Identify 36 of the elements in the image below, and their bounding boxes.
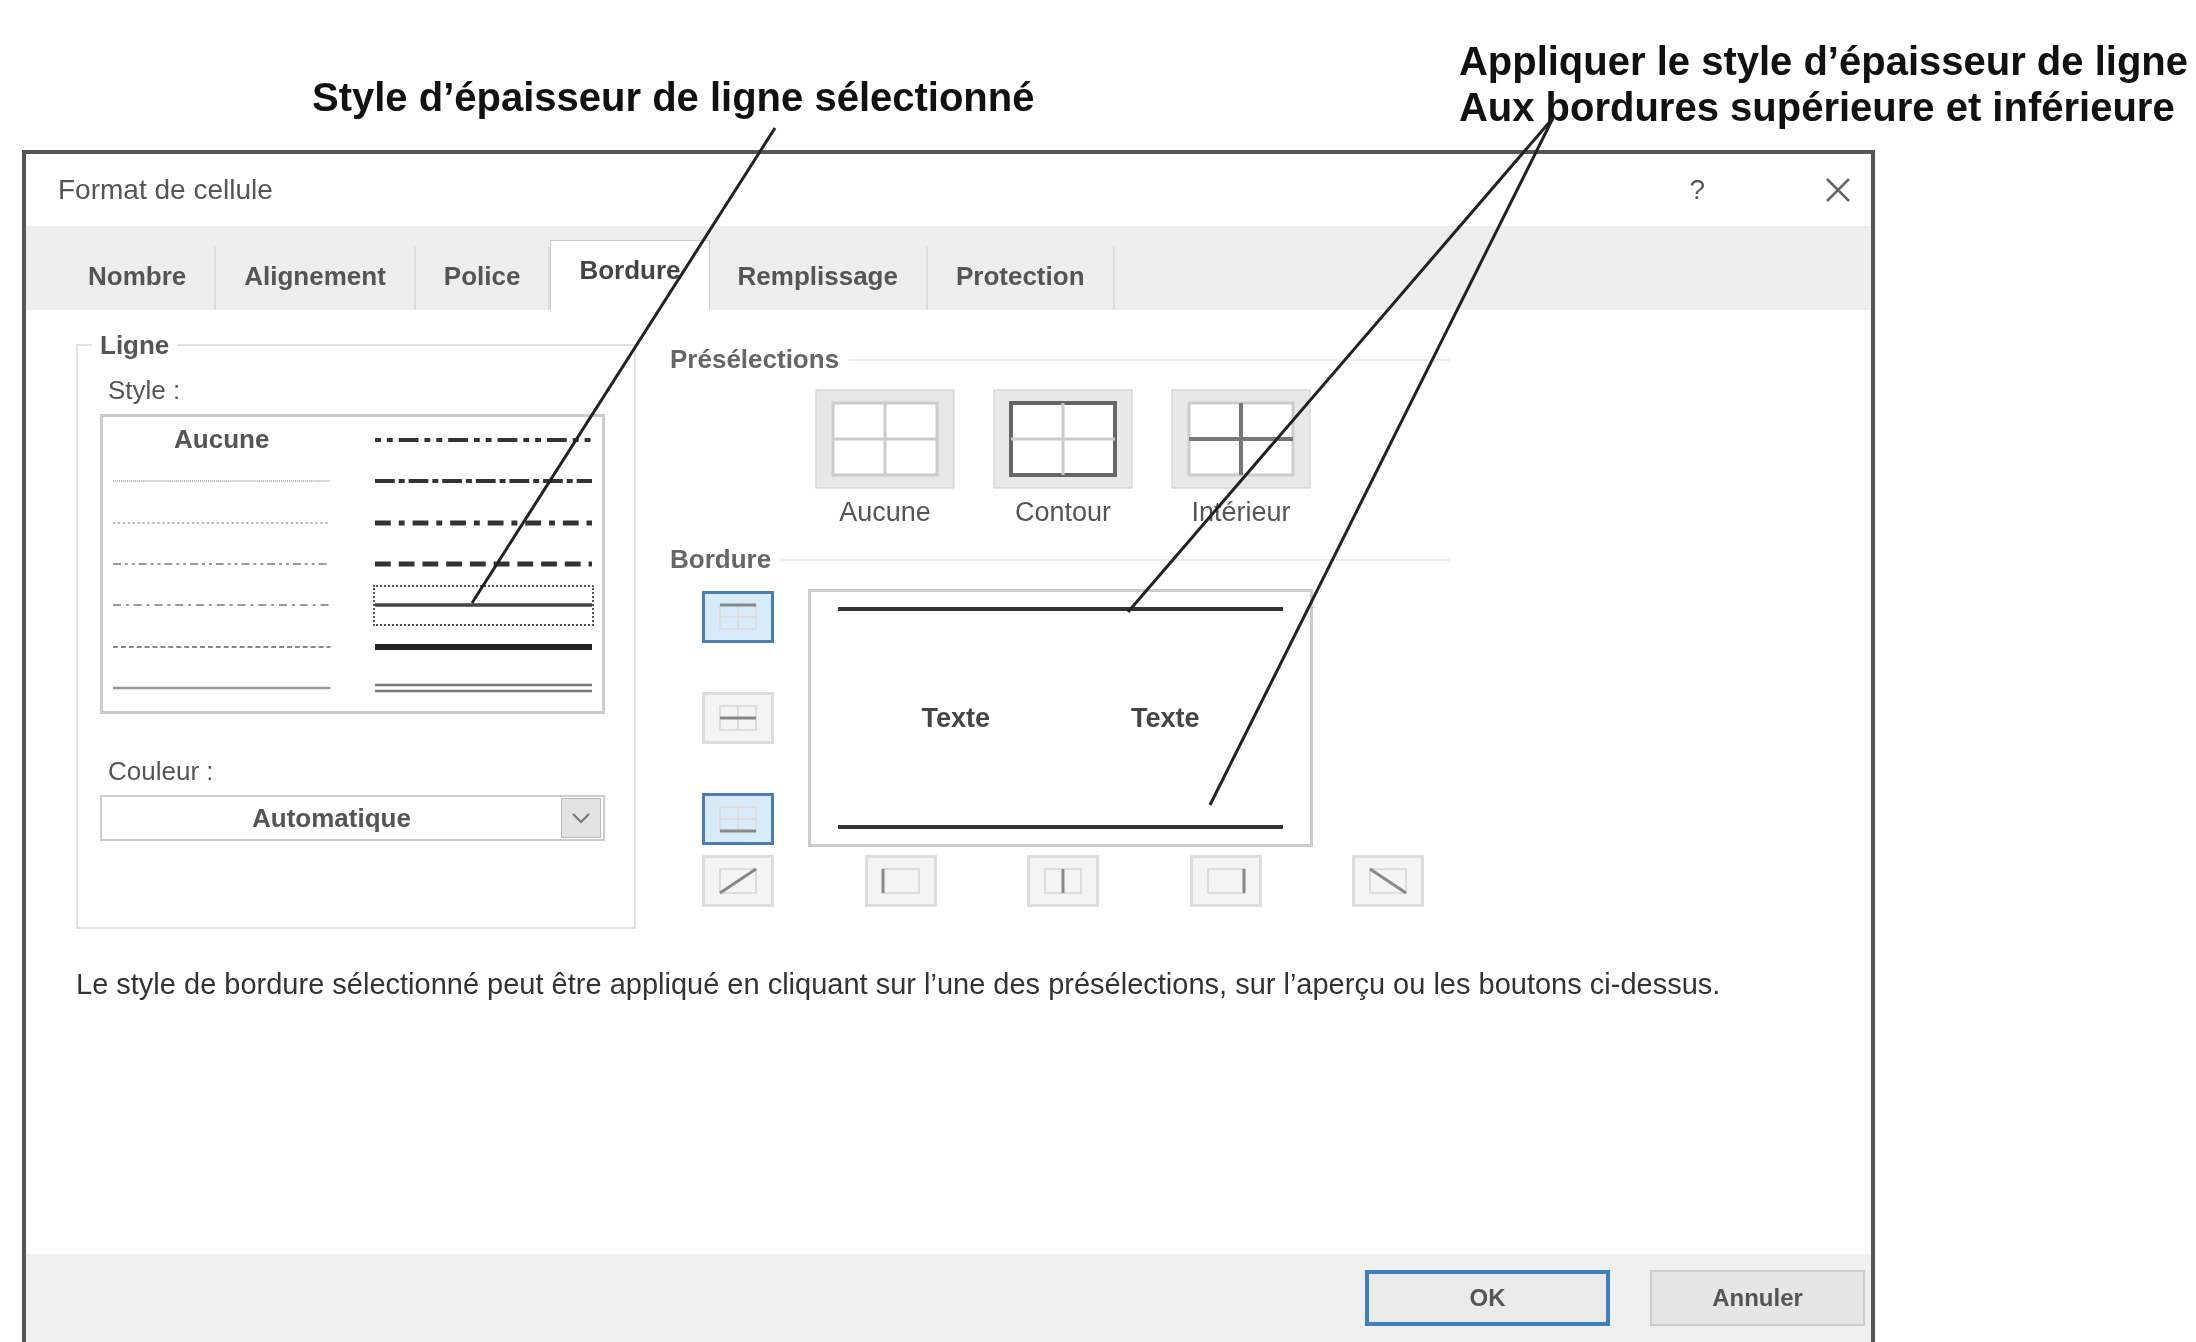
diagonal-down-border-button[interactable] — [1352, 855, 1424, 907]
dialog-button[interactable]: Annuler — [1650, 1270, 1865, 1326]
bottom-border-button[interactable] — [702, 793, 774, 845]
tab[interactable]: Nombre — [60, 247, 217, 310]
grid-icon — [1171, 389, 1311, 489]
preview-text: Texte — [1131, 702, 1200, 734]
line-sample-icon — [374, 682, 592, 695]
dialog-button[interactable]: OK — [1365, 1270, 1610, 1326]
middle-border-button[interactable] — [702, 692, 774, 744]
annotation-text: Appliquer le style d’épaisseur de ligne — [1458, 38, 2188, 84]
grid-icon — [993, 389, 1133, 489]
section-label: Présélections — [670, 344, 840, 375]
preview-text: Texte — [921, 702, 990, 734]
tab[interactable]: Bordure — [550, 240, 710, 310]
tab[interactable]: Alignement — [216, 247, 416, 310]
preset-button[interactable]: Contour — [993, 389, 1133, 528]
color-label: Couleur : — [108, 756, 215, 787]
chevron-down-icon — [561, 798, 601, 838]
color-dropdown[interactable]: Automatique — [100, 795, 605, 841]
border-preview[interactable]: Texte Texte — [808, 589, 1313, 847]
tab[interactable]: Protection — [927, 247, 1115, 310]
help-button[interactable]: ? — [1689, 174, 1705, 206]
close-icon[interactable] — [1825, 177, 1851, 203]
line-style-option[interactable]: Aucune — [111, 419, 333, 461]
annotation-text: Aux bordures supérieure et inférieure — [1458, 84, 2176, 130]
annotation-text: Style d’épaisseur de ligne sélectionné — [312, 74, 1035, 120]
tab[interactable]: Remplissage — [709, 247, 928, 310]
line-style-option[interactable] — [372, 584, 594, 627]
diagonal-up-border-button[interactable] — [702, 855, 774, 907]
window-title: Format de cellule — [58, 174, 274, 206]
description-text: Le style de bordure sélectionné peut être appliqué en cliquant sur l’une des présélections, sur l’aperçu ou les boutons ci-dessus. — [76, 967, 1722, 1001]
section-label: Bordure — [670, 544, 772, 575]
preset-button[interactable]: Aucune — [815, 389, 955, 528]
style-label: Style : — [108, 375, 182, 406]
grid-icon — [815, 389, 955, 489]
top-border-button[interactable] — [702, 591, 774, 643]
